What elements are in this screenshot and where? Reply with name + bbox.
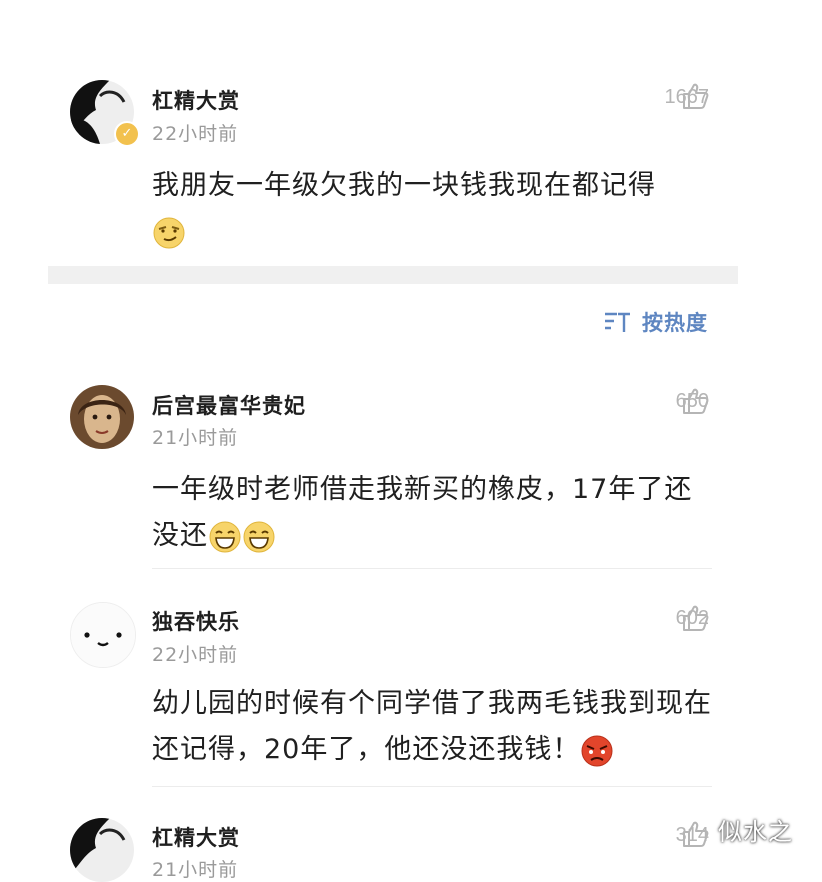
divider [152,786,712,787]
comment-time: 21小时前 [152,427,239,449]
avatar[interactable] [70,818,134,882]
thumbs-up-icon[interactable] [681,820,709,848]
comment-text: 幼儿园的时候有个同学借了我两毛钱我到现在还记得，20年了，他还没还我钱！ [152,681,712,773]
thumbs-up-icon[interactable] [681,604,709,632]
comment-time: 21小时前 [152,859,239,881]
comment-author[interactable]: 独吞快乐 [152,606,240,636]
thumbs-up-icon[interactable] [681,387,709,415]
smirk-emoji-icon [153,217,185,248]
comment-time: 22小时前 [152,644,239,666]
comment-text: 一年级时老师借走我新买的橡皮，17年了还没还 [152,467,712,559]
divider [152,568,712,569]
verified-badge-icon: ✓ [114,121,140,147]
comment-author[interactable]: 后宫最富华贵妃 [152,390,306,420]
thumbs-up-icon[interactable] [681,82,709,110]
grin-emoji-icon [209,521,241,552]
sort-label: 按热度 [642,311,708,335]
section-separator [48,266,738,284]
angry-emoji-icon [581,735,613,766]
sort-icon [605,312,630,332]
comment-time: 22小时前 [152,123,239,145]
comment-author[interactable]: 杠精大赏 [152,85,240,115]
avatar[interactable] [70,385,134,449]
comment-text: 我朋友一年级欠我的一块钱我现在都记得 [152,163,712,255]
watermark: 似水之 [718,818,793,846]
comment-author[interactable]: 杠精大赏 [152,822,240,852]
comment-text-content: 幼儿园的时候有个同学借了我两毛钱我到现在还记得，20年了，他还没还我钱！ [152,688,712,765]
grin-emoji-icon [243,521,275,552]
avatar[interactable] [70,602,136,668]
comment-text-content: 我朋友一年级欠我的一块钱我现在都记得 [152,170,656,201]
